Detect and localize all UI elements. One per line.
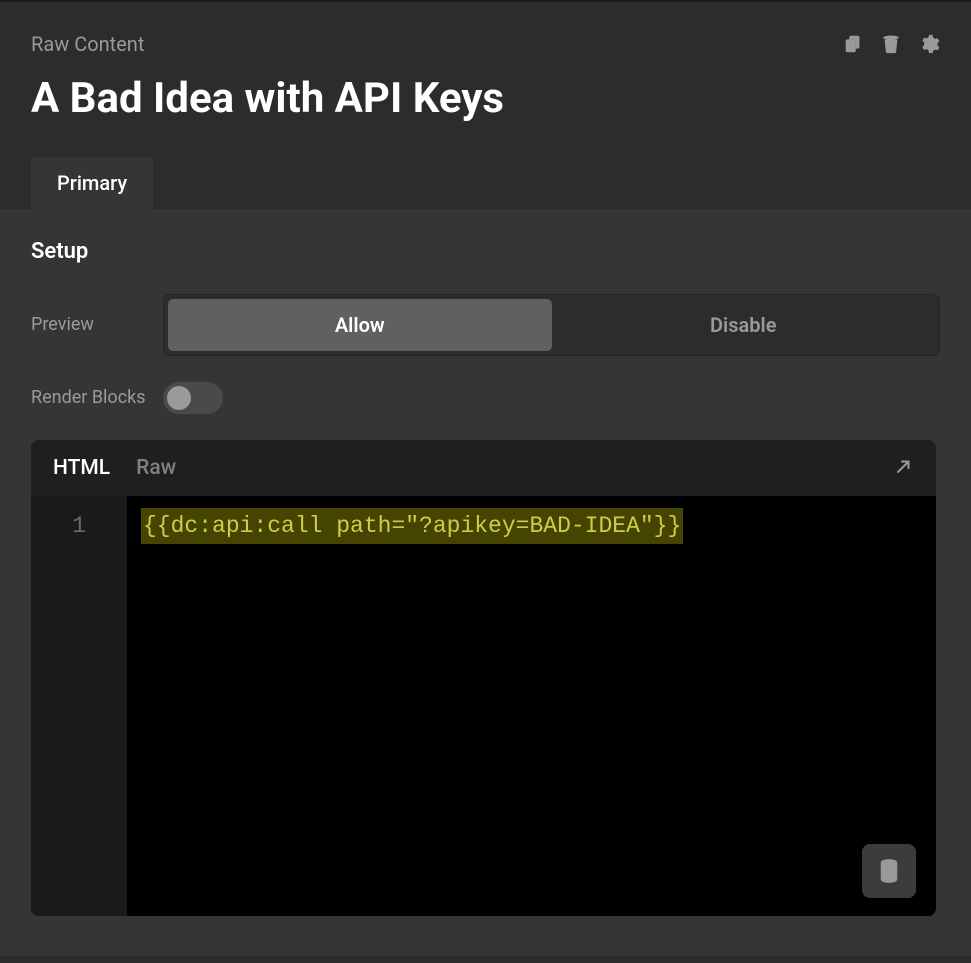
- expand-icon[interactable]: [892, 456, 914, 478]
- toggle-knob: [167, 386, 191, 410]
- code-editor-card: HTML Raw 1 {{dc:api:call path="?apikey=B…: [31, 440, 936, 916]
- trash-icon[interactable]: [880, 33, 902, 55]
- preview-disable-option[interactable]: Disable: [552, 299, 936, 351]
- code-lines[interactable]: {{dc:api:call path="?apikey=BAD-IDEA"}}: [127, 496, 936, 916]
- preview-label: Preview: [31, 313, 163, 336]
- render-blocks-label: Render Blocks: [31, 386, 163, 409]
- editor-tab-raw[interactable]: Raw: [136, 456, 176, 480]
- page-title: A Bad Idea with API Keys: [31, 74, 940, 123]
- gear-icon[interactable]: [918, 33, 940, 55]
- database-icon: [878, 858, 900, 884]
- tab-primary[interactable]: Primary: [31, 157, 153, 209]
- insert-data-button[interactable]: [862, 844, 916, 898]
- setup-heading: Setup: [31, 239, 940, 264]
- line-number: 1: [31, 508, 127, 544]
- copy-icon[interactable]: [842, 33, 864, 55]
- preview-segmented: Allow Disable: [163, 294, 940, 356]
- preview-allow-option[interactable]: Allow: [168, 299, 552, 351]
- render-blocks-toggle[interactable]: [163, 382, 223, 414]
- template-tag: {{dc:api:call path="?apikey=BAD-IDEA"}}: [141, 508, 683, 544]
- code-area[interactable]: 1 {{dc:api:call path="?apikey=BAD-IDEA"}…: [31, 496, 936, 916]
- editor-tab-html[interactable]: HTML: [53, 456, 110, 480]
- code-gutter: 1: [31, 496, 127, 916]
- code-line[interactable]: {{dc:api:call path="?apikey=BAD-IDEA"}}: [127, 508, 936, 544]
- breadcrumb: Raw Content: [31, 32, 144, 56]
